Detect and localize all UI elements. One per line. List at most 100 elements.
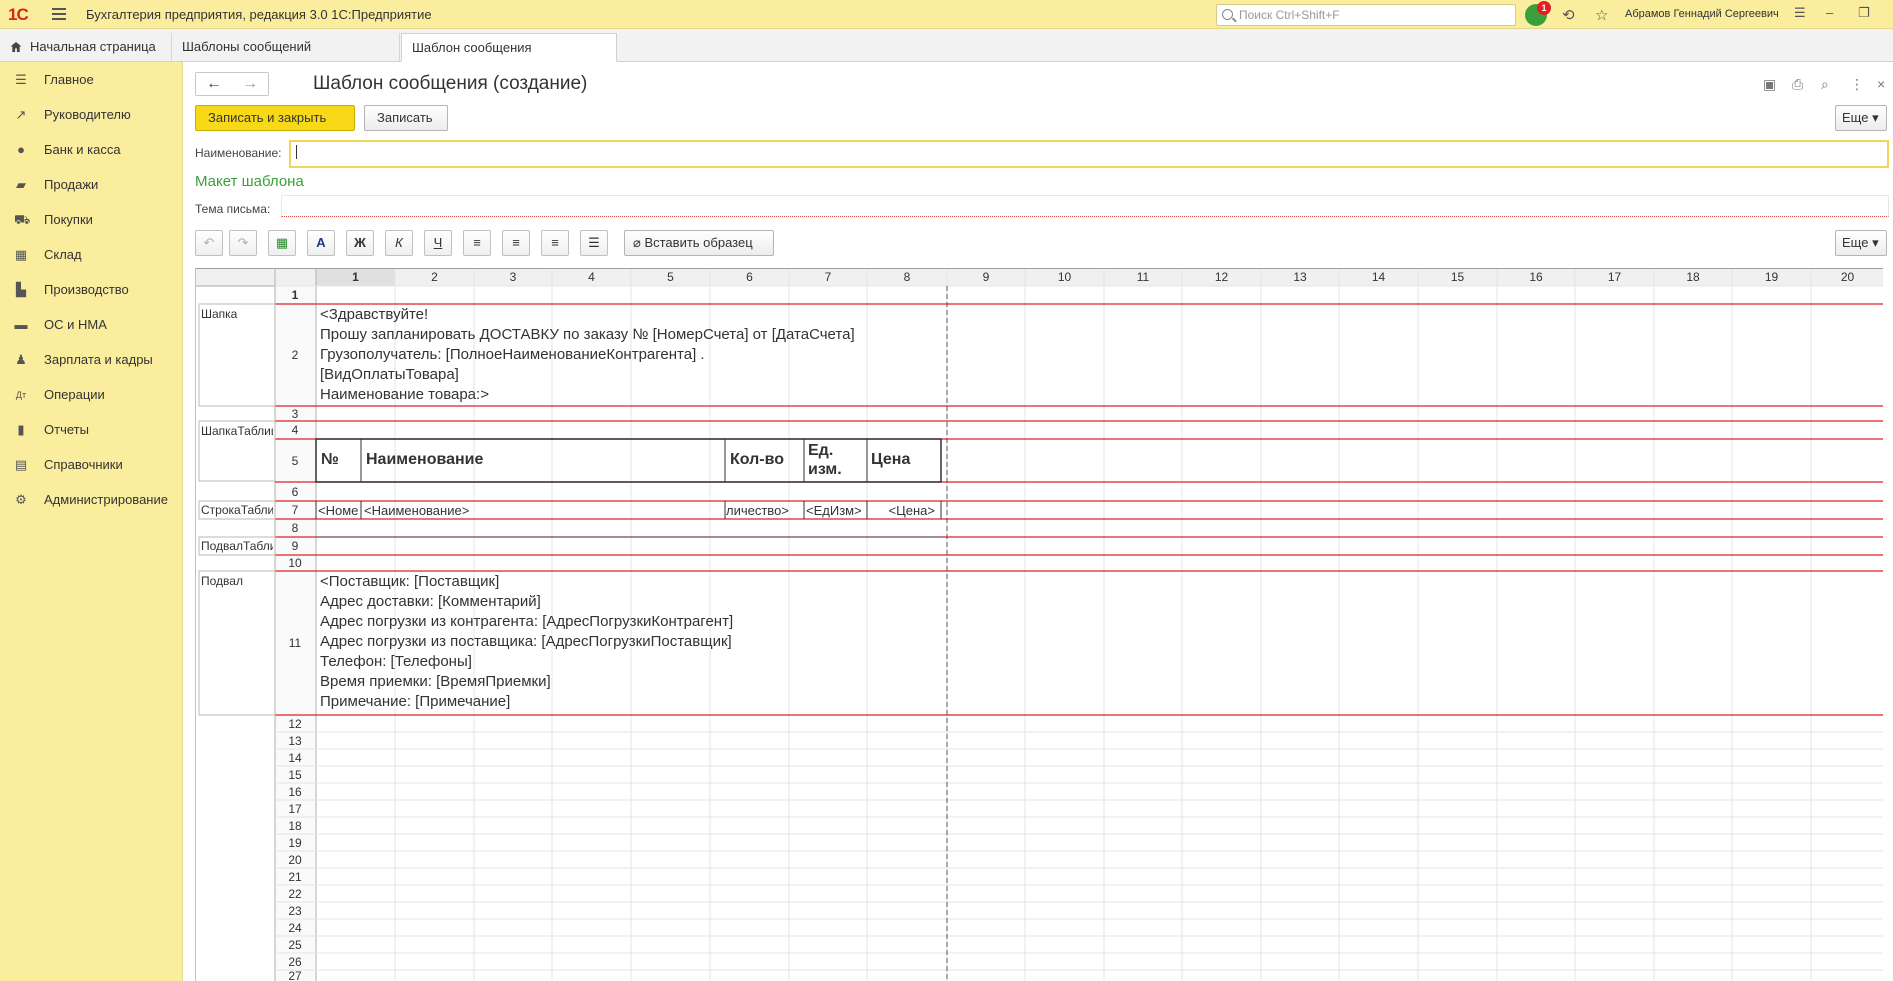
insert-table-icon[interactable]: ▦ [268, 230, 296, 256]
row-header[interactable]: 12 [276, 717, 314, 731]
column-header[interactable]: 20 [1811, 270, 1883, 284]
sidebar-item-purchases[interactable]: ⛟ Покупки [0, 202, 183, 237]
row-header[interactable]: 4 [276, 423, 314, 437]
column-header[interactable]: 16 [1497, 270, 1575, 284]
align-justify-icon[interactable]: ☰ [580, 230, 608, 256]
tab-template-create[interactable]: Шаблон сообщения (создание)× [401, 33, 617, 83]
row-cell-name[interactable]: <Наименование> [364, 503, 722, 518]
row-header[interactable]: 8 [276, 521, 314, 535]
column-header[interactable]: 10 [1025, 270, 1104, 284]
sidebar-item-production[interactable]: ▙ Производство [0, 272, 183, 307]
sidebar-item-operations[interactable]: Дт Операции [0, 377, 183, 412]
footer-line-2[interactable]: Адрес доставки: [Комментарий] [320, 592, 541, 612]
row-header[interactable]: 1 [276, 288, 314, 302]
table-header-price[interactable]: Цена [871, 451, 910, 469]
bold-button[interactable]: Ж [346, 230, 374, 256]
sidebar-item-bank[interactable]: ● Банк и касса [0, 132, 183, 167]
row-header[interactable]: 17 [276, 802, 314, 816]
row-header[interactable]: 24 [276, 921, 314, 935]
row-cell-price[interactable]: <Цена> [869, 503, 939, 518]
column-header[interactable]: 2 [395, 270, 474, 284]
sidebar-item-main[interactable]: ☰ Главное [0, 62, 183, 97]
sidebar-item-catalogs[interactable]: ▤ Справочники [0, 447, 183, 482]
back-arrow-icon[interactable]: ← [196, 75, 232, 93]
column-header[interactable]: 6 [710, 270, 789, 284]
align-right-icon[interactable]: ≡ [541, 230, 569, 256]
header-line-4[interactable]: [ВидОплатыТовара] [320, 365, 459, 385]
header-line-2[interactable]: Прошу запланировать ДОСТАВКУ по заказу №… [320, 325, 855, 345]
restore-icon[interactable]: ❐ [1858, 5, 1870, 21]
column-header[interactable]: 7 [789, 270, 867, 284]
row-header[interactable]: 26 [276, 955, 314, 969]
search-input[interactable]: Поиск Ctrl+Shift+F [1216, 4, 1516, 26]
sidebar-item-admin[interactable]: ⚙ Администрирование [0, 482, 183, 517]
user-name[interactable]: Абрамов Геннадий Сергеевич [1625, 8, 1779, 20]
row-header[interactable]: 16 [276, 785, 314, 799]
row-header[interactable]: 23 [276, 904, 314, 918]
history-icon[interactable]: ⟲ [1562, 6, 1575, 24]
column-header[interactable]: 13 [1261, 270, 1339, 284]
sidebar-item-salary[interactable]: ♟ Зарплата и кадры [0, 342, 183, 377]
column-header[interactable]: 1 [316, 270, 395, 284]
name-field[interactable] [289, 140, 1889, 168]
row-header[interactable]: 25 [276, 938, 314, 952]
column-header[interactable]: 19 [1732, 270, 1811, 284]
row-header[interactable]: 5 [276, 454, 314, 468]
save-disk-icon[interactable]: ▣ [1763, 76, 1776, 93]
close-form-icon[interactable]: × [1877, 76, 1885, 92]
subject-field[interactable] [281, 195, 1889, 217]
sidebar-item-assets[interactable]: ▬ ОС и НМА [0, 307, 183, 342]
notifications-bell-icon[interactable]: 1 [1525, 1, 1551, 26]
column-header[interactable]: 5 [631, 270, 710, 284]
footer-line-1[interactable]: <Поставщик: [Поставщик] [320, 572, 499, 592]
app-logo[interactable]: 1С [8, 5, 29, 25]
row-header[interactable]: 21 [276, 870, 314, 884]
footer-line-5[interactable]: Телефон: [Телефоны] [320, 652, 472, 672]
forward-arrow-icon[interactable]: → [232, 75, 268, 93]
main-menu-icon[interactable] [52, 8, 66, 20]
preview-icon[interactable]: ⌕ [1821, 76, 1829, 93]
row-header[interactable]: 13 [276, 734, 314, 748]
table-header-number[interactable]: № [321, 451, 339, 469]
save-and-close-button[interactable]: Записать и закрыть [195, 105, 355, 131]
tab-templates-list[interactable]: Шаблоны сообщений (Scloud.ru)× [172, 33, 400, 82]
sidebar-item-sales[interactable]: ▰ Продажи [0, 167, 183, 202]
undo-icon[interactable]: ↶ [195, 230, 223, 256]
column-header[interactable]: 4 [552, 270, 631, 284]
footer-line-7[interactable]: Примечание: [Примечание] [320, 692, 510, 712]
column-header[interactable]: 14 [1339, 270, 1418, 284]
row-header[interactable]: 11 [276, 636, 314, 650]
align-left-icon[interactable]: ≡ [463, 230, 491, 256]
row-cell-number[interactable]: <Номе [318, 503, 360, 518]
settings-menu-icon[interactable]: ☰ [1794, 5, 1806, 21]
more-button[interactable]: Еще ▾ [1835, 105, 1887, 131]
row-header[interactable]: 6 [276, 485, 314, 499]
table-header-unit[interactable]: Ед. изм. [808, 441, 864, 479]
header-line-5[interactable]: Наименование товара:> [320, 385, 489, 405]
column-header[interactable]: 9 [947, 270, 1025, 284]
sidebar-item-manager[interactable]: ↗ Руководителю [0, 97, 183, 132]
row-header[interactable]: 7 [276, 503, 314, 517]
row-cell-unit[interactable]: <ЕдИзм> [806, 503, 866, 518]
row-header[interactable]: 19 [276, 836, 314, 850]
sidebar-item-reports[interactable]: ▮ Отчеты [0, 412, 183, 447]
footer-line-6[interactable]: Время приемки: [ВремяПриемки] [320, 672, 551, 692]
row-header[interactable]: 2 [276, 348, 314, 362]
redo-icon[interactable]: ↷ [229, 230, 257, 256]
italic-button[interactable]: К [385, 230, 413, 256]
more-button-2[interactable]: Еще ▾ [1835, 230, 1887, 256]
favorites-star-icon[interactable]: ☆ [1595, 6, 1608, 24]
row-header[interactable]: 9 [276, 539, 314, 553]
more-vertical-icon[interactable]: ⋮ [1850, 76, 1864, 93]
align-center-icon[interactable]: ≡ [502, 230, 530, 256]
print-icon[interactable]: ⎙ [1792, 76, 1803, 93]
save-button[interactable]: Записать [364, 105, 448, 131]
font-button[interactable]: A [307, 230, 335, 256]
column-header[interactable]: 12 [1182, 270, 1261, 284]
footer-line-4[interactable]: Адрес погрузки из поставщика: [АдресПогр… [320, 632, 732, 652]
tab-home[interactable]: Начальная страница [0, 33, 172, 62]
sidebar-item-warehouse[interactable]: ▦ Склад [0, 237, 183, 272]
row-header[interactable]: 27 [276, 969, 314, 981]
row-header[interactable]: 14 [276, 751, 314, 765]
column-header[interactable]: 3 [474, 270, 552, 284]
